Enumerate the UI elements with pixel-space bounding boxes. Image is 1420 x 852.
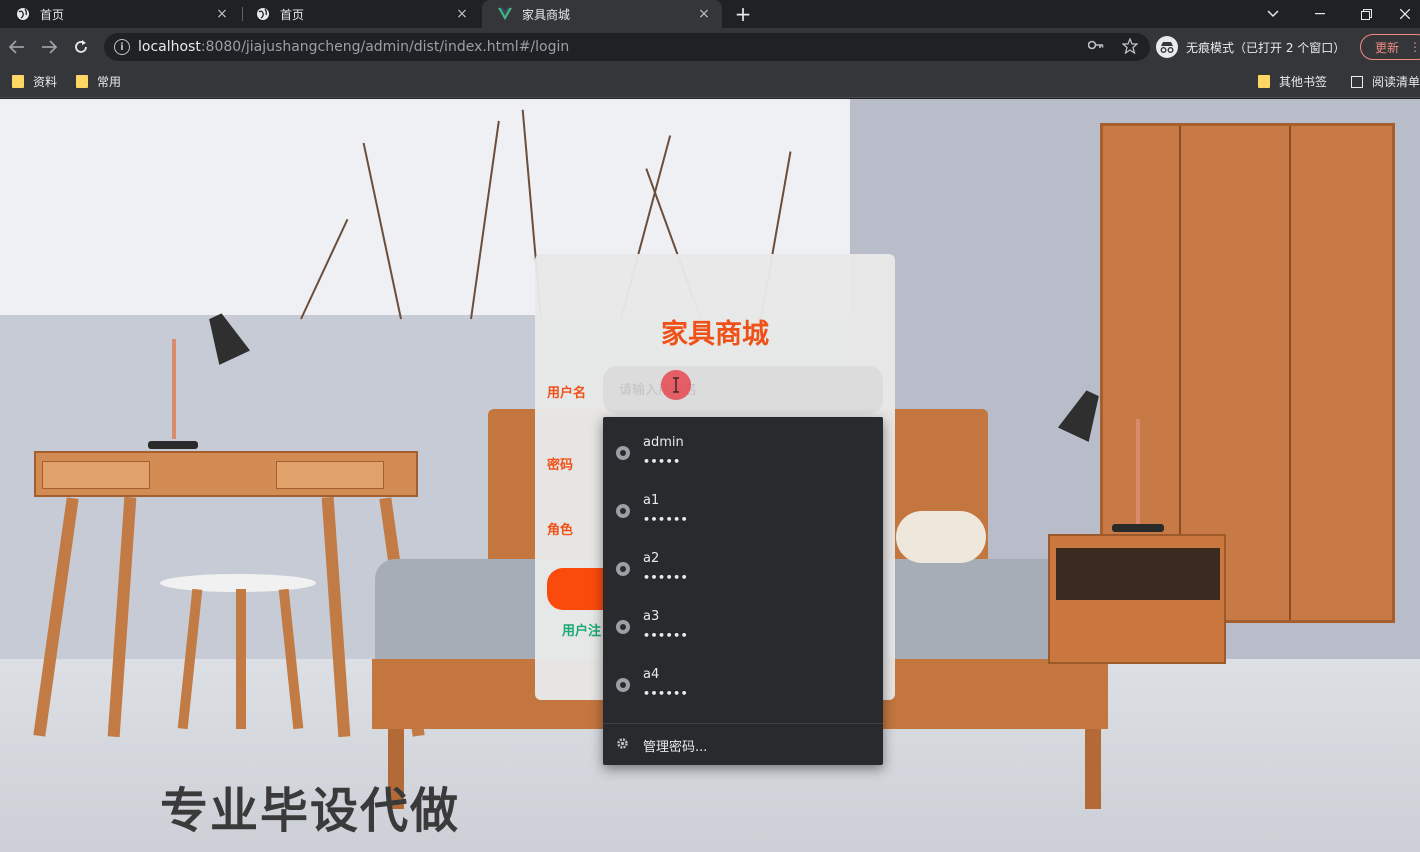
forward-arrow-icon[interactable] <box>38 36 60 58</box>
manage-passwords-label: 管理密码... <box>643 740 708 755</box>
autofill-password-mask: •••••• <box>643 571 689 584</box>
tab-title: 首页 <box>40 7 65 22</box>
globe-icon <box>616 446 630 460</box>
autofill-item[interactable]: a2 •••••• <box>603 533 883 591</box>
close-icon[interactable]: × <box>454 6 470 22</box>
tab-strip: 首页 × 首页 × 家具商城 × + <box>0 0 1420 28</box>
globe-icon <box>616 504 630 518</box>
tab-furniture-mall[interactable]: 家具商城 × <box>482 0 722 28</box>
tab-home-1[interactable]: 首页 × <box>0 0 240 28</box>
globe-icon <box>616 678 630 692</box>
reload-icon[interactable] <box>70 36 92 58</box>
globe-icon <box>616 620 630 634</box>
autofill-username: a4 <box>643 667 660 682</box>
autofill-item[interactable]: admin ••••• <box>603 417 883 475</box>
autofill-item[interactable]: a3 •••••• <box>603 591 883 649</box>
site-info-icon[interactable]: i <box>114 39 130 55</box>
desk <box>34 451 418 497</box>
text-cursor-icon <box>661 370 691 400</box>
address-bar[interactable]: i localhost:8080/jiajushangcheng/admin/d… <box>104 33 1150 61</box>
bookmark-label: 常用 <box>97 75 122 89</box>
incognito-indicator[interactable]: 无痕模式（已打开 2 个窗口） <box>1156 33 1345 61</box>
bedside-lamp <box>1136 419 1140 525</box>
login-title: 家具商城 <box>661 319 769 350</box>
autofill-username: a2 <box>643 551 660 566</box>
username-input[interactable] <box>603 366 883 414</box>
url-host: localhost <box>138 39 201 55</box>
autofill-password-mask: •••••• <box>643 629 689 642</box>
incognito-icon <box>1156 36 1178 58</box>
url-path: :8080/jiajushangcheng/admin/dist/index.h… <box>200 39 570 55</box>
window-close-icon[interactable] <box>1389 0 1420 28</box>
back-arrow-icon[interactable] <box>6 36 28 58</box>
autofill-item[interactable]: a1 •••••• <box>603 475 883 533</box>
autofill-username: a3 <box>643 609 660 624</box>
autofill-item[interactable]: a4 •••••• <box>603 649 883 707</box>
reading-list-icon <box>1351 75 1363 88</box>
vue-icon <box>498 7 512 21</box>
desk-lamp <box>172 339 176 439</box>
autofill-username: admin <box>643 435 684 450</box>
autofill-username: a1 <box>643 493 660 508</box>
bookmarks-bar: 资料 常用 其他书签 阅读清单 <box>0 66 1420 98</box>
folder-icon <box>12 75 24 88</box>
bookmark-other[interactable]: 其他书签 <box>1258 73 1327 90</box>
autofill-password-mask: •••••• <box>643 687 689 700</box>
menu-dots-icon: ⋮ <box>1409 40 1420 54</box>
folder-icon <box>76 75 88 88</box>
close-icon[interactable]: × <box>696 6 712 22</box>
tab-search-icon[interactable] <box>1250 0 1296 28</box>
tab-home-2[interactable]: 首页 × <box>240 0 480 28</box>
pillow <box>896 511 986 563</box>
restore-icon[interactable] <box>1343 0 1389 28</box>
bookmark-label: 资料 <box>33 75 58 89</box>
minimize-icon[interactable] <box>1297 0 1343 28</box>
update-label: 更新 <box>1375 40 1400 55</box>
gear-icon <box>616 737 629 754</box>
key-icon[interactable] <box>1087 38 1104 58</box>
folder-icon <box>1258 75 1270 88</box>
reading-list[interactable]: 阅读清单 <box>1351 73 1420 90</box>
globe-icon <box>256 7 270 21</box>
bookmark-folder-materials[interactable]: 资料 <box>12 73 57 90</box>
globe-icon <box>16 7 30 21</box>
bookmark-label: 其他书签 <box>1279 75 1328 89</box>
role-label: 角色 <box>547 523 574 538</box>
tab-title: 家具商城 <box>522 7 571 22</box>
autofill-password-mask: •••••• <box>643 513 689 526</box>
bookmark-star-icon[interactable] <box>1121 37 1139 58</box>
browser-toolbar: i localhost:8080/jiajushangcheng/admin/d… <box>0 28 1420 66</box>
tab-title: 首页 <box>280 7 305 22</box>
globe-icon <box>616 562 630 576</box>
new-tab-button[interactable]: + <box>733 2 753 26</box>
nightstand <box>1048 534 1226 664</box>
autofill-password-mask: ••••• <box>643 455 681 468</box>
bookmark-label: 阅读清单 <box>1372 75 1420 89</box>
register-link[interactable]: 用户注 <box>562 620 601 639</box>
close-icon[interactable]: × <box>214 6 230 22</box>
bookmark-folder-common[interactable]: 常用 <box>76 73 121 90</box>
watermark-text: 专业毕设代做 <box>160 783 461 839</box>
incognito-label: 无痕模式（已打开 2 个窗口） <box>1186 40 1346 55</box>
manage-passwords-item[interactable]: 管理密码... <box>603 724 883 765</box>
update-button[interactable]: 更新 ⋮ <box>1360 34 1420 60</box>
password-autofill-dropdown: admin ••••• a1 •••••• a2 •••••• a3 •••••… <box>603 417 883 765</box>
password-label: 密码 <box>547 458 574 473</box>
username-label: 用户名 <box>547 386 587 401</box>
